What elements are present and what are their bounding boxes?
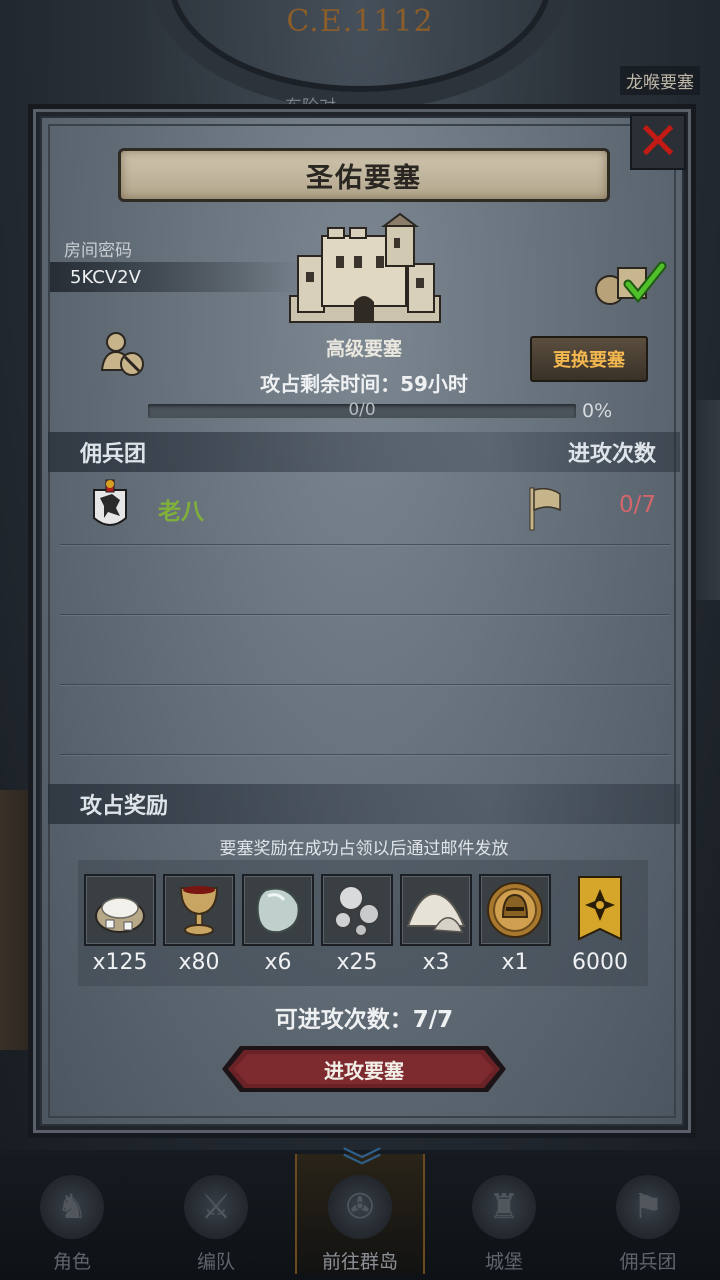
background-edge-right bbox=[688, 400, 720, 600]
reward-item[interactable]: x6 bbox=[242, 874, 314, 975]
room-code-label: 房间密码 bbox=[64, 241, 132, 261]
honor-banner-icon bbox=[578, 876, 622, 941]
mercenary-name: 老八 bbox=[158, 499, 204, 525]
capture-time-remaining: 攻占剩余时间：59小时 bbox=[260, 372, 468, 396]
bottom-navigation: ♞ 角色 ⚔ 编队 ︾ ✇ 前往群岛 ♜ 城堡 ⚑ 佣兵团 bbox=[0, 1148, 720, 1280]
reward-slot bbox=[564, 874, 636, 946]
rewards-header: 攻占奖励 bbox=[48, 784, 680, 824]
powder-pile-icon bbox=[406, 892, 466, 933]
mercenary-attack-count: 0/7 bbox=[618, 492, 656, 518]
room-code-bar: 5KCV2V bbox=[50, 262, 300, 292]
capture-progress-percent: 0% bbox=[582, 400, 613, 422]
attack-fortress-label: 进攻要塞 bbox=[324, 1058, 404, 1083]
gem-stone-icon bbox=[256, 887, 300, 934]
nav-label: 佣兵团 bbox=[619, 1251, 677, 1273]
character-icon: ♞ bbox=[40, 1175, 104, 1239]
attacks-column-header: 进攻次数 bbox=[567, 442, 656, 467]
salt-sack-icon bbox=[95, 897, 145, 933]
nav-label: 角色 bbox=[52, 1251, 91, 1273]
reward-item[interactable]: x3 bbox=[400, 874, 472, 975]
nav-label: 编队 bbox=[196, 1251, 235, 1273]
reward-slot bbox=[479, 874, 551, 946]
reward-count: x80 bbox=[178, 950, 220, 975]
fortress-dialog: ✕ 圣佑要塞 房间密码 5KCV2V 高级要塞 更换要塞 攻占剩余时间：59小时… bbox=[36, 112, 688, 1130]
rewards-list: x125 x80 x6 x25 x3 x1 6000 bbox=[78, 860, 648, 986]
reward-item[interactable]: x1 bbox=[479, 874, 551, 975]
nav-label: 前往群岛 bbox=[321, 1251, 398, 1273]
gold-helmet-coin-icon bbox=[487, 882, 543, 938]
close-x-icon: ✕ bbox=[636, 112, 680, 172]
attack-attempts-remaining: 可进攻次数：7/7 bbox=[274, 1007, 454, 1033]
supply-bags-check-icon[interactable] bbox=[588, 258, 668, 306]
title-banner: 圣佑要塞 bbox=[118, 148, 610, 202]
rewards-note: 要塞奖励在成功占领以后通过邮件发放 bbox=[219, 839, 509, 859]
fortress-castle-icon bbox=[289, 212, 441, 323]
row-divider bbox=[60, 754, 670, 755]
background-edge-left bbox=[0, 790, 36, 1050]
nav-islands[interactable]: ︾ ✇ 前往群岛 bbox=[295, 1148, 425, 1274]
reward-slot bbox=[163, 874, 235, 946]
goblet-icon bbox=[179, 886, 219, 936]
castle-icon: ♜ bbox=[472, 1175, 536, 1239]
nav-castle[interactable]: ♜ 城堡 bbox=[439, 1154, 569, 1274]
silver-ore-icon bbox=[334, 885, 380, 937]
reward-item[interactable]: x125 bbox=[84, 874, 156, 975]
nav-formation[interactable]: ⚔ 编队 bbox=[151, 1154, 281, 1274]
reward-slot bbox=[400, 874, 472, 946]
room-code-value: 5KCV2V bbox=[70, 266, 141, 288]
reward-slot bbox=[242, 874, 314, 946]
flag-icon bbox=[529, 487, 561, 531]
chevron-down-icon: ︾ bbox=[342, 1145, 382, 1191]
nav-mercenary[interactable]: ⚑ 佣兵团 bbox=[583, 1154, 713, 1274]
era-label: C.E.1112 bbox=[286, 4, 434, 39]
reward-count: x3 bbox=[422, 950, 450, 975]
reward-count: x125 bbox=[92, 950, 148, 975]
mercenary-icon: ⚑ bbox=[616, 1175, 680, 1239]
attack-fortress-button[interactable]: 进攻要塞 bbox=[222, 1044, 506, 1094]
reward-slot bbox=[321, 874, 393, 946]
reward-count: x1 bbox=[501, 950, 529, 975]
map-location-label[interactable]: 龙喉要塞 bbox=[620, 66, 700, 95]
row-divider bbox=[60, 614, 670, 615]
rewards-section-title: 攻占奖励 bbox=[80, 794, 169, 819]
mercenary-section-title: 佣兵团 bbox=[80, 442, 147, 467]
reward-count: x25 bbox=[336, 950, 378, 975]
fortress-title: 圣佑要塞 bbox=[306, 162, 422, 194]
reward-slot bbox=[84, 874, 156, 946]
reward-count: 6000 bbox=[572, 950, 628, 975]
close-button[interactable]: ✕ bbox=[630, 114, 686, 170]
reward-count: x6 bbox=[264, 950, 292, 975]
mercenary-row[interactable]: 老八 0/7 bbox=[48, 476, 680, 546]
row-divider bbox=[60, 684, 670, 685]
reward-item[interactable]: x25 bbox=[321, 874, 393, 975]
formation-icon: ⚔ bbox=[184, 1175, 248, 1239]
wolf-shield-icon bbox=[93, 479, 127, 526]
mercenary-header: 佣兵团 进攻次数 bbox=[48, 432, 680, 472]
reward-item[interactable]: 6000 bbox=[564, 874, 636, 975]
nav-character[interactable]: ♞ 角色 bbox=[7, 1154, 137, 1274]
reward-item[interactable]: x80 bbox=[163, 874, 235, 975]
nav-label: 城堡 bbox=[484, 1251, 523, 1273]
row-divider bbox=[60, 544, 670, 545]
capture-progress-text: 0/0 bbox=[348, 400, 376, 420]
